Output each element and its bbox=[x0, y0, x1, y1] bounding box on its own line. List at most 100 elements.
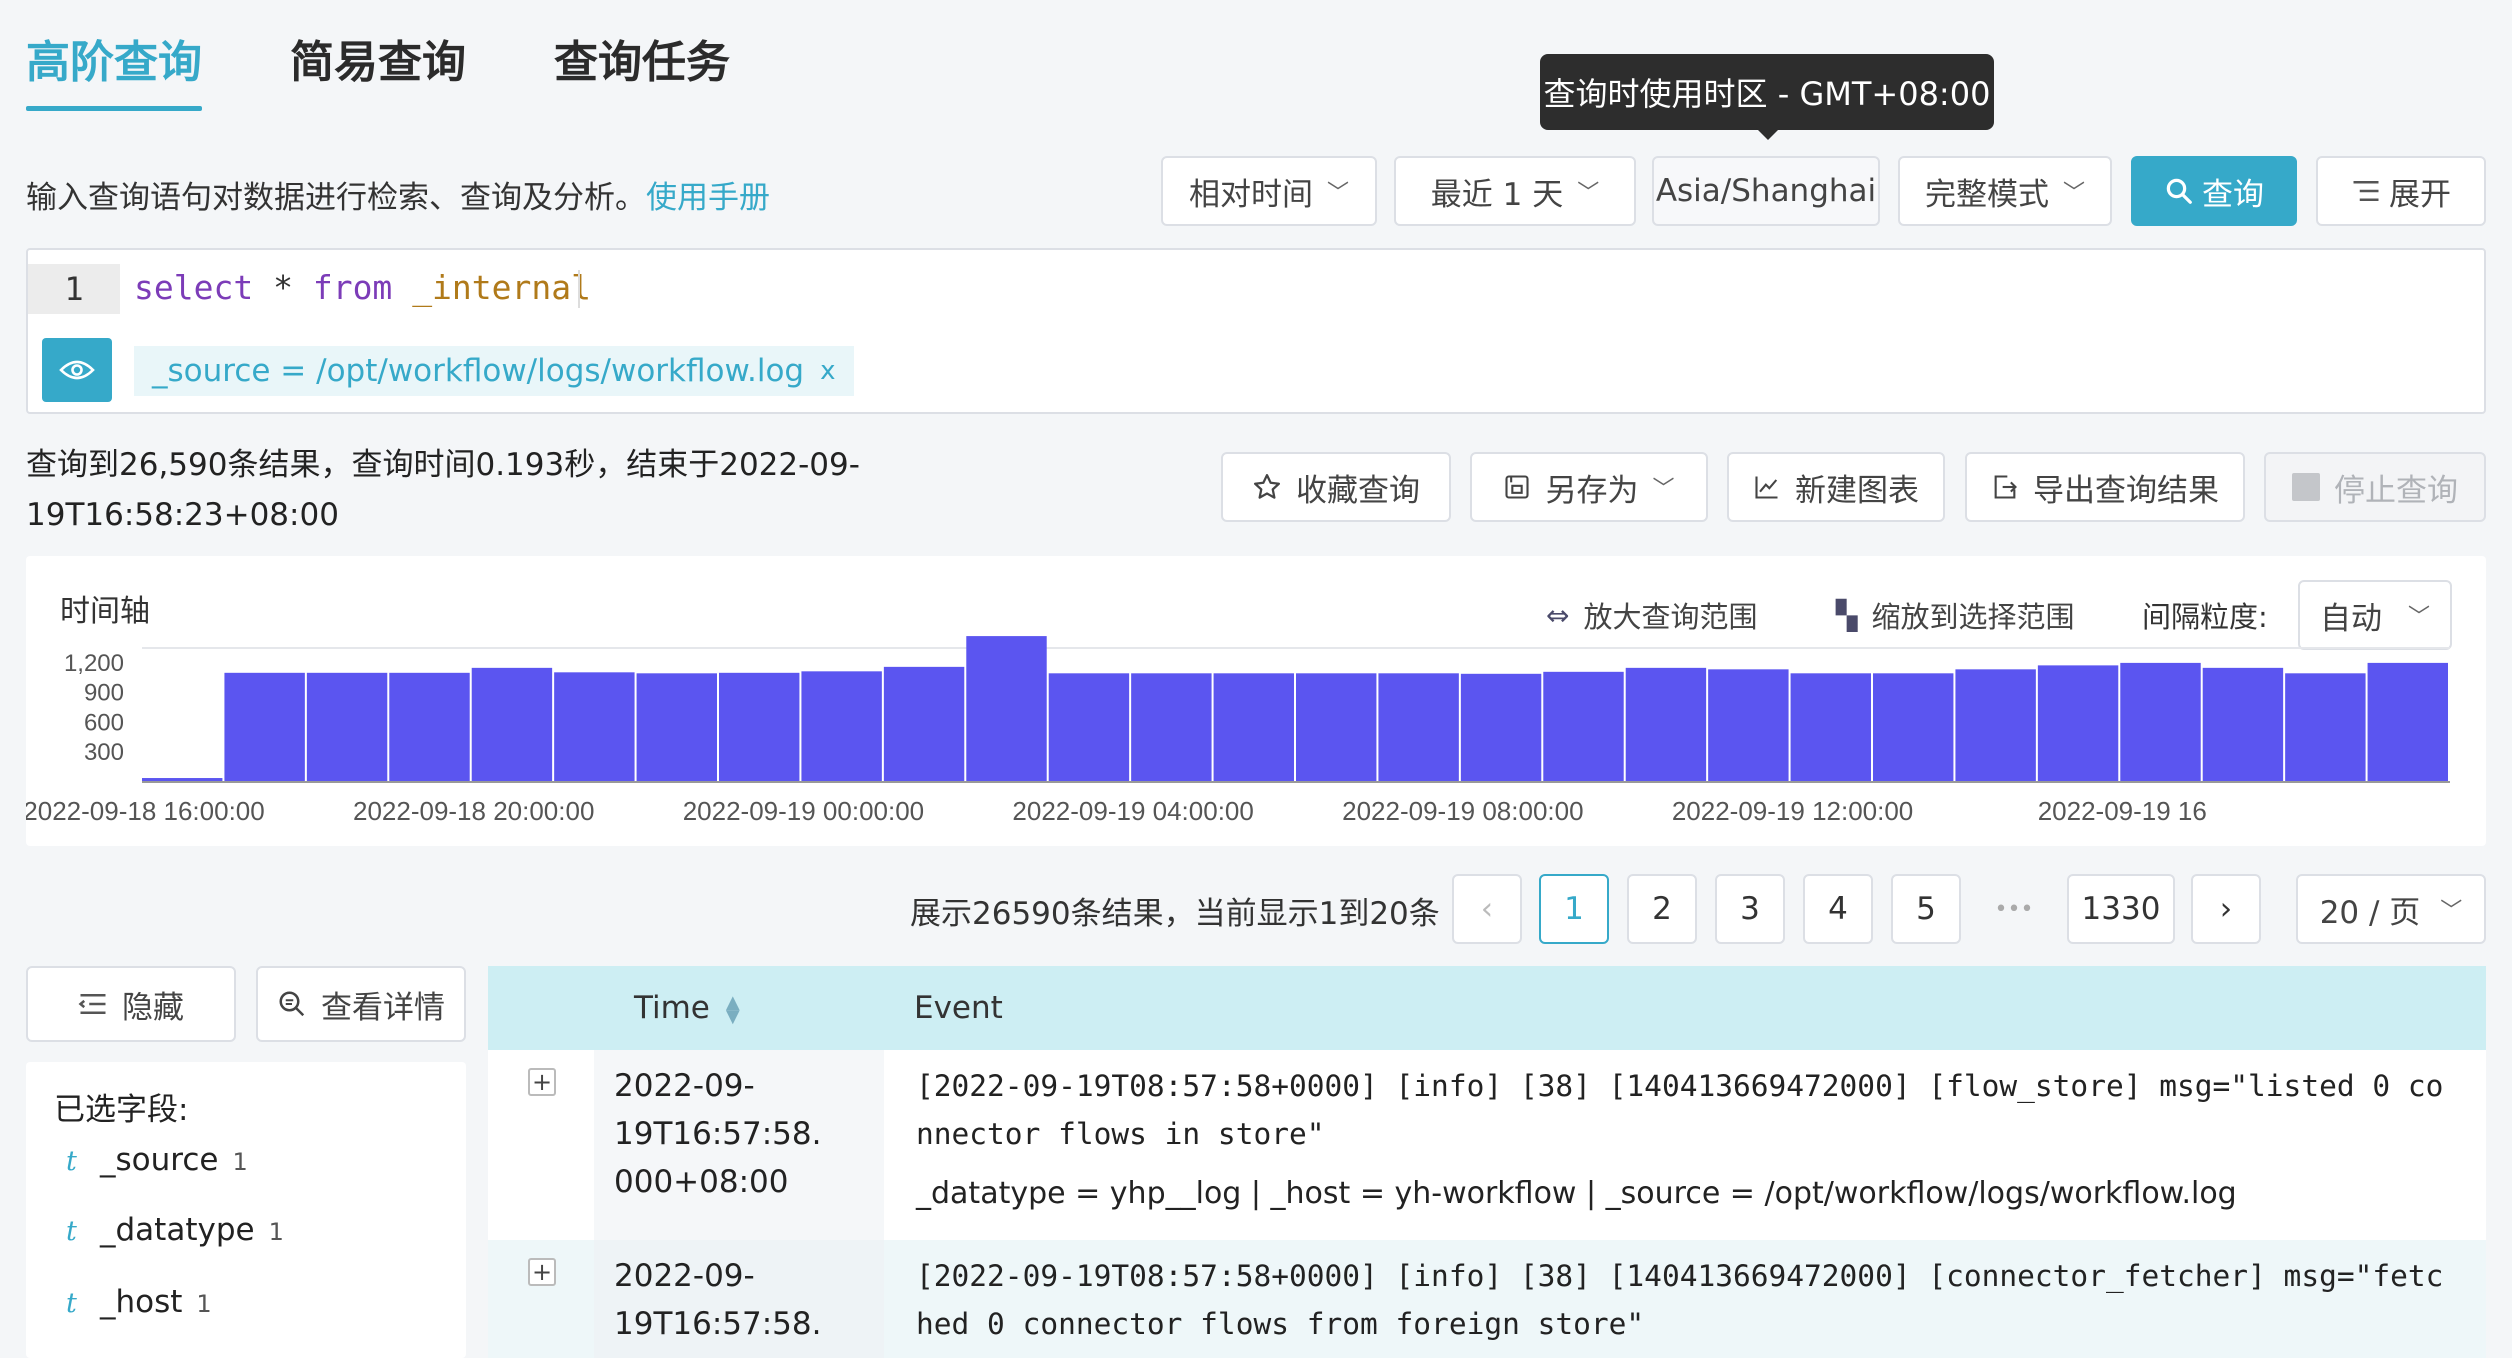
favorite-query-button[interactable]: 收藏查询 bbox=[1221, 452, 1451, 522]
tab-simple-query[interactable]: 简易查询 bbox=[290, 26, 466, 90]
page-3-button[interactable]: 3 bbox=[1715, 874, 1785, 944]
source-filter-chip[interactable]: _source = /opt/workflow/logs/workflow.lo… bbox=[134, 346, 854, 396]
expand-row-button[interactable]: + bbox=[528, 1258, 556, 1286]
save-as-label: 另存为 bbox=[1545, 472, 1639, 509]
timeline-bar[interactable] bbox=[1131, 673, 1212, 782]
timeline-bar[interactable] bbox=[2120, 662, 2201, 782]
field-item-host[interactable]: t _host 1 bbox=[66, 1284, 212, 1320]
eye-icon bbox=[59, 360, 95, 380]
page-5-button[interactable]: 5 bbox=[1891, 874, 1961, 944]
timeline-bar[interactable] bbox=[1790, 673, 1871, 782]
page-2-button[interactable]: 2 bbox=[1627, 874, 1697, 944]
sort-icon[interactable]: ▲ ▼ bbox=[726, 993, 740, 1025]
prev-page-button[interactable]: ‹ bbox=[1452, 874, 1522, 944]
page-1-button[interactable]: 1 bbox=[1539, 874, 1609, 944]
field-item-source[interactable]: t _source 1 bbox=[66, 1142, 248, 1178]
time-header-label: Time bbox=[634, 990, 710, 1026]
timeline-bar[interactable] bbox=[471, 667, 553, 782]
timeline-bar[interactable] bbox=[966, 636, 1047, 782]
export-results-button[interactable]: 导出查询结果 bbox=[1965, 452, 2245, 522]
query-code[interactable]: select * from _internal bbox=[134, 268, 591, 307]
last-page-button[interactable]: 1330 bbox=[2067, 874, 2175, 944]
field-count: 1 bbox=[268, 1218, 284, 1246]
timeline-bar[interactable] bbox=[1625, 667, 1707, 782]
page-size-label: 20 / 页 bbox=[2319, 894, 2421, 931]
timeline-bar[interactable] bbox=[1543, 671, 1624, 782]
more-pages-ellipsis[interactable]: ••• bbox=[1979, 874, 2049, 944]
mode-select[interactable]: 完整模式 ﹀ bbox=[1898, 156, 2112, 226]
timezone-field[interactable]: Asia/Shanghai bbox=[1652, 156, 1880, 226]
timeline-bar[interactable] bbox=[2367, 662, 2448, 782]
view-details-button[interactable]: 查看详情 bbox=[256, 966, 466, 1042]
y-tick-label: 1,200 bbox=[64, 650, 124, 677]
table-row[interactable]: + 2022-09- 19T16:57:58. [2022-09-19T08:5… bbox=[488, 1240, 2486, 1358]
timeline-chart[interactable]: 1,200 900600 300 2022-09-18 16:00:00 2022-09… bbox=[26, 556, 2486, 846]
pagination-info: 展示26590条结果，当前显示1到20条 bbox=[910, 896, 1440, 932]
operator-star: * bbox=[253, 268, 313, 307]
page-4-button[interactable]: 4 bbox=[1803, 874, 1873, 944]
timezone-tooltip: 查询时使用时区 - GMT+08:00 bbox=[1540, 54, 1994, 130]
next-page-button[interactable]: › bbox=[2191, 874, 2261, 944]
timeline-bar[interactable] bbox=[1708, 669, 1789, 782]
x-tick-label: 2022-09-18 20:00:00 bbox=[353, 796, 594, 826]
timeline-bar[interactable] bbox=[1873, 673, 1954, 782]
timeline-bar[interactable] bbox=[719, 672, 800, 782]
timeline-bar[interactable] bbox=[1378, 673, 1459, 782]
time-mode-select[interactable]: 相对时间 ﹀ bbox=[1161, 156, 1377, 226]
timeline-bar[interactable] bbox=[224, 672, 305, 782]
query-editor[interactable]: 1 select * from _internal _source = /opt… bbox=[26, 248, 2486, 414]
zoom-search-icon bbox=[279, 991, 305, 1017]
expand-button[interactable]: 展开 bbox=[2316, 156, 2486, 226]
keyword-select: select bbox=[134, 268, 254, 307]
hide-label: 隐藏 bbox=[122, 989, 184, 1026]
timeline-bar[interactable] bbox=[883, 666, 965, 782]
expand-row-button[interactable]: + bbox=[528, 1068, 556, 1096]
field-item-datatype[interactable]: t _datatype 1 bbox=[66, 1212, 284, 1248]
close-icon[interactable]: x bbox=[820, 356, 835, 386]
timeline-bar[interactable] bbox=[306, 672, 388, 782]
selected-fields-title: 已选字段: bbox=[54, 1092, 189, 1128]
tab-advanced-query[interactable]: 高阶查询 bbox=[26, 26, 202, 90]
event-metadata: _datatype = yhp__log | _host = yh-workfl… bbox=[916, 1176, 2237, 1211]
timeline-bar[interactable] bbox=[554, 672, 635, 782]
x-tick-label: 2022-09-19 04:00:00 bbox=[1012, 796, 1253, 826]
save-as-button[interactable]: 另存为 ﹀ bbox=[1470, 452, 1708, 522]
text-type-icon: t bbox=[66, 1288, 77, 1319]
result-summary: 查询到26,590条结果，查询时间0.193秒，结束于2022-09-19T16… bbox=[26, 447, 860, 533]
timeline-bar[interactable] bbox=[1955, 669, 2036, 782]
time-range-select[interactable]: 最近 1 天 ﹀ bbox=[1394, 156, 1636, 226]
filter-text: _source = /opt/workflow/logs/workflow.lo… bbox=[152, 353, 805, 389]
query-button[interactable]: 查询 bbox=[2131, 156, 2297, 226]
tab-query-tasks[interactable]: 查询任务 bbox=[554, 26, 730, 90]
timeline-bar[interactable] bbox=[2037, 665, 2119, 782]
timeline-bar[interactable] bbox=[2285, 673, 2366, 782]
timeline-bar[interactable] bbox=[2202, 667, 2284, 782]
timezone-label: Asia/Shanghai bbox=[1655, 173, 1877, 209]
timeline-bar[interactable] bbox=[389, 672, 470, 782]
stop-icon bbox=[2292, 473, 2320, 501]
timeline-bar[interactable] bbox=[801, 671, 882, 782]
field-name: _source bbox=[100, 1142, 219, 1178]
timeline-bar[interactable] bbox=[1296, 673, 1377, 782]
collapse-list-icon bbox=[78, 994, 106, 1014]
favorite-label: 收藏查询 bbox=[1296, 472, 1420, 509]
table-row[interactable]: + 2022-09- 19T16:57:58. 000+08:00 [2022-… bbox=[488, 1050, 2486, 1240]
hide-fields-button[interactable]: 隐藏 bbox=[26, 966, 236, 1042]
x-tick-label: 2022-09-19 08:00:00 bbox=[1342, 796, 1583, 826]
time-column-header[interactable]: Time ▲ ▼ bbox=[634, 990, 740, 1026]
timeline-bar[interactable] bbox=[1213, 673, 1294, 782]
x-tick-label: 2022-09-18 16:00:00 bbox=[26, 796, 265, 826]
timeline-bar[interactable] bbox=[1048, 673, 1130, 782]
timeline-bar[interactable] bbox=[1460, 673, 1542, 782]
page-size-select[interactable]: 20 / 页 ﹀ bbox=[2296, 874, 2486, 944]
timeline-bar[interactable] bbox=[636, 673, 717, 782]
stop-query-button[interactable]: 停止查询 bbox=[2264, 452, 2486, 522]
results-table: Time ▲ ▼ Event + 2022-09- 19T16:57:58. 000… bbox=[488, 966, 2486, 1358]
toggle-visibility-button[interactable] bbox=[42, 338, 112, 402]
details-label: 查看详情 bbox=[321, 989, 445, 1026]
new-chart-button[interactable]: 新建图表 bbox=[1727, 452, 1945, 522]
manual-link[interactable]: 使用手册 bbox=[646, 180, 770, 216]
field-name: _host bbox=[100, 1284, 183, 1320]
time-line: 000+08:00 bbox=[614, 1164, 789, 1200]
